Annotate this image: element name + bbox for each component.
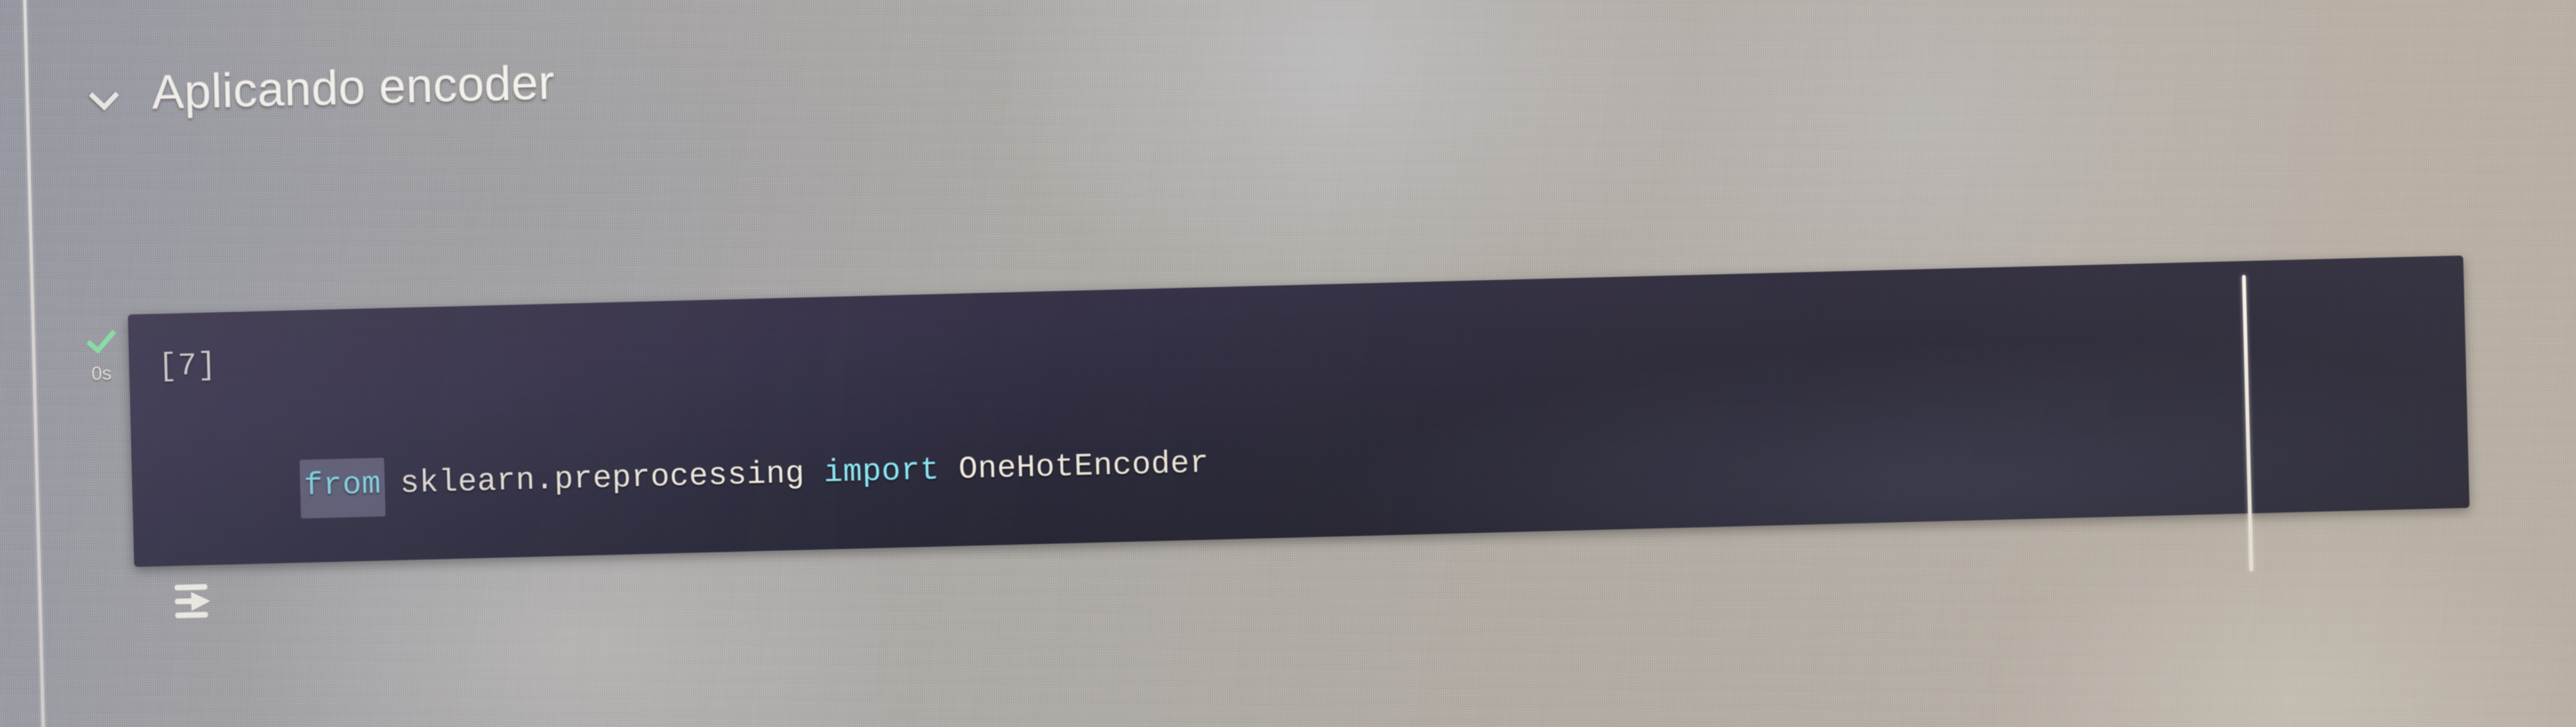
code-token-keyword: from xyxy=(299,458,386,519)
check-circle-icon[interactable] xyxy=(82,326,119,356)
code-token-plain: OneHotEncoder xyxy=(958,446,1210,488)
code-token-plain: sklearn.preprocessing xyxy=(400,456,806,502)
code-line-1[interactable]: from sklearn.preprocessing import OneHot… xyxy=(299,402,2468,519)
notebook-document: Aplicando encoder 0s [7] from sklearn.pr… xyxy=(0,0,2576,727)
chevron-down-icon[interactable] xyxy=(87,76,122,111)
section-indent-guide xyxy=(22,0,47,727)
code-output-arrow-icon[interactable] xyxy=(170,575,225,629)
code-cell[interactable]: [7] from sklearn.preprocessing import On… xyxy=(128,255,2470,567)
section-header[interactable]: Aplicando encoder xyxy=(86,55,555,122)
screenshot-root: Aplicando encoder 0s [7] from sklearn.pr… xyxy=(0,0,2576,727)
code-token-keyword: import xyxy=(823,452,940,492)
execution-count-label: [7] xyxy=(157,347,218,386)
code-editor[interactable]: from sklearn.preprocessing import OneHot… xyxy=(299,281,2469,567)
section-heading-title: Aplicando encoder xyxy=(151,56,556,120)
